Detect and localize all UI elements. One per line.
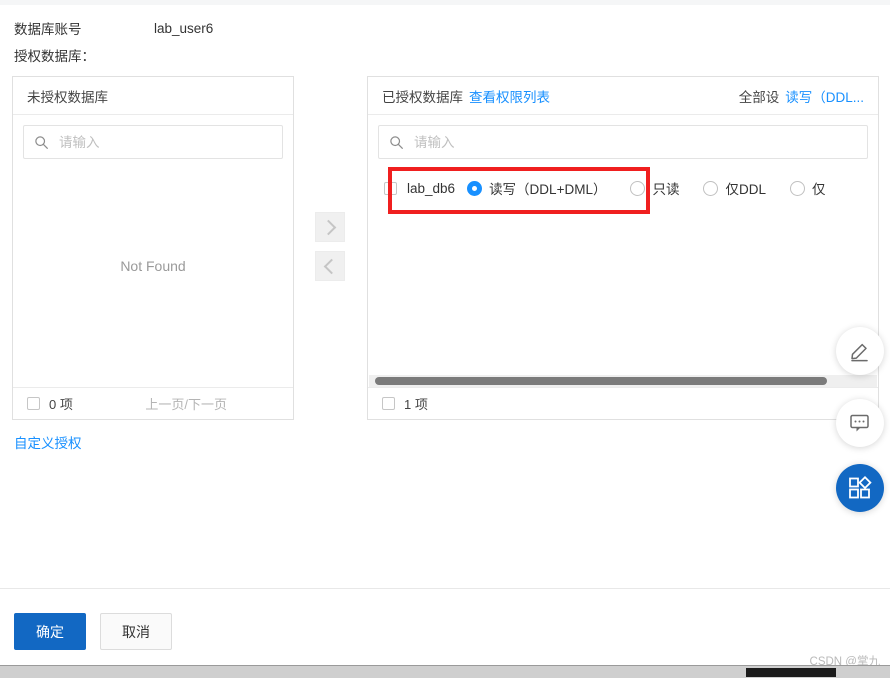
move-right-button[interactable] <box>315 212 345 242</box>
permission-option-ddl-label: 仅DDL <box>725 182 766 197</box>
authorized-search-input[interactable] <box>404 133 857 151</box>
account-label: 数据库账号 <box>14 22 82 37</box>
floating-feedback-button[interactable] <box>836 399 884 447</box>
unauthorized-footer: 0 项 上一页/下一页 <box>13 387 293 419</box>
set-all-label: 全部设 <box>738 89 780 105</box>
authorized-db-panel: 已授权数据库 查看权限列表 全部设 读写（DDL... lab_db6 <box>367 76 879 420</box>
permission-option-rw[interactable]: 读写（DDL+DML） <box>467 178 606 198</box>
apps-icon <box>849 475 872 499</box>
permission-option-partial[interactable]: 仅 <box>789 178 826 198</box>
radio-unselected-icon <box>789 180 805 196</box>
feedback-icon <box>850 414 869 432</box>
permission-option-readonly-label: 只读 <box>652 182 680 197</box>
authorized-db-name: lab_db6 <box>407 180 456 196</box>
unauthorized-search-box[interactable] <box>23 125 283 159</box>
authorized-footer: 1 项 <box>368 387 878 419</box>
footer-divider <box>0 588 890 589</box>
authorized-select-all-checkbox[interactable] <box>382 397 395 410</box>
chevron-left-icon <box>323 258 340 274</box>
chevron-right-icon <box>320 219 337 235</box>
unauthorized-empty-text: Not Found <box>120 258 186 274</box>
unauthorized-pager[interactable]: 上一页/下一页 <box>145 394 227 413</box>
authorized-db-row: lab_db6 读写（DDL+DML） 只读 仅DDL 仅 <box>378 173 868 203</box>
set-all-value-link[interactable]: 读写（DDL... <box>785 86 864 106</box>
floating-apps-button[interactable] <box>836 464 884 512</box>
unauthorized-db-title: 未授权数据库 <box>27 89 108 105</box>
authorized-search-box[interactable] <box>378 125 868 159</box>
radio-unselected-icon <box>703 180 719 196</box>
confirm-button[interactable]: 确定 <box>14 613 86 650</box>
radio-unselected-icon <box>630 180 646 196</box>
unauthorized-select-all-checkbox[interactable] <box>27 397 40 410</box>
unauthorized-count: 0 项 <box>49 397 73 412</box>
search-icon <box>35 135 48 149</box>
auth-db-label: 授权数据库： <box>14 49 95 64</box>
browser-horizontal-scrollbar[interactable] <box>0 665 890 678</box>
account-row: 数据库账号 lab_user6 <box>14 17 614 39</box>
cancel-button[interactable]: 取消 <box>100 613 172 650</box>
permission-option-rw-label: 读写（DDL+DML） <box>489 182 607 197</box>
authorized-row-checkbox[interactable] <box>384 181 397 195</box>
unauthorized-db-body: Not Found <box>13 115 293 387</box>
floating-edit-button[interactable] <box>836 327 884 375</box>
dialog-actions: 确定 取消 <box>14 613 172 650</box>
edit-icon <box>851 343 868 362</box>
move-left-button[interactable] <box>315 251 345 281</box>
unauthorized-db-header: 未授权数据库 <box>13 77 293 115</box>
permission-option-ddl[interactable]: 仅DDL <box>703 178 766 198</box>
permission-option-readonly[interactable]: 只读 <box>630 178 679 198</box>
form-header: 数据库账号 lab_user6 授权数据库： <box>14 17 614 65</box>
transfer-buttons <box>315 212 345 281</box>
authorized-count: 1 项 <box>404 397 428 412</box>
permission-radio-group: 读写（DDL+DML） 只读 仅DDL 仅 <box>467 178 849 198</box>
top-band <box>0 0 890 5</box>
unauthorized-db-panel: 未授权数据库 Not Found 0 项 上一页/下一页 <box>12 76 294 420</box>
radio-selected-icon <box>467 180 483 196</box>
account-value: lab_user6 <box>154 20 214 36</box>
permission-option-partial-label: 仅 <box>811 182 826 197</box>
view-permission-list-link[interactable]: 查看权限列表 <box>469 86 550 106</box>
custom-authorization-link[interactable]: 自定义授权 <box>14 432 82 452</box>
authorized-db-title: 已授权数据库 <box>382 89 463 105</box>
unauthorized-search-input[interactable] <box>49 133 272 151</box>
authorized-horizontal-scrollbar[interactable] <box>369 375 877 387</box>
scrollbar-thumb[interactable] <box>375 377 827 385</box>
search-icon <box>390 135 403 149</box>
browser-scrollbar-thumb[interactable] <box>746 668 836 677</box>
authorized-db-header: 已授权数据库 查看权限列表 全部设 读写（DDL... <box>368 77 878 115</box>
authorized-db-body: lab_db6 读写（DDL+DML） 只读 仅DDL <box>368 115 878 387</box>
